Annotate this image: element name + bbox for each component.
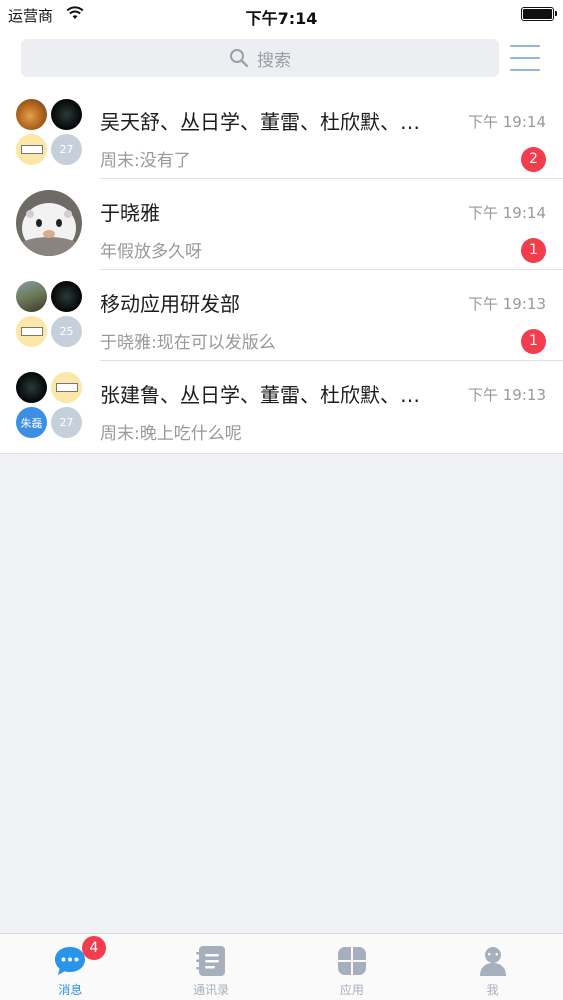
unread-badge: 2 xyxy=(521,147,546,172)
unread-badge: 1 xyxy=(521,329,546,354)
tab-contacts[interactable]: 通讯录 xyxy=(141,934,282,1000)
contacts-book-icon xyxy=(196,946,226,976)
conversation-title: 张建鲁、丛日学、董雷、杜欣默、… xyxy=(100,383,420,407)
member-avatar xyxy=(51,372,82,403)
conversation-title: 移动应用研发部 xyxy=(100,292,240,316)
tab-me[interactable]: 我 xyxy=(422,934,563,1000)
user-avatar xyxy=(16,190,82,256)
conversation-title: 吴天舒、丛日学、董雷、杜欣默、… xyxy=(100,110,420,134)
cartoon-face-icon xyxy=(16,190,82,256)
member-avatar: 25 xyxy=(51,316,82,347)
apps-grid-icon xyxy=(337,947,366,975)
tab-bar: 4 消息 通讯录 应用 我 xyxy=(0,933,563,1000)
search-header: 搜索 xyxy=(0,30,563,88)
group-avatar: 朱磊 27 xyxy=(16,372,82,438)
tab-label: 我 xyxy=(486,983,499,997)
unread-badge: 1 xyxy=(521,238,546,263)
conversation-item[interactable]: 朱磊 27 张建鲁、丛日学、董雷、杜欣默、… 下午 19:13 周末:晚上吃什么… xyxy=(0,361,563,452)
conversation-preview: 于晓雅:现在可以发版么 xyxy=(100,333,276,353)
conversation-item[interactable]: 于晓雅 下午 19:14 年假放多久呀 1 xyxy=(0,179,563,270)
battery-icon xyxy=(521,7,557,21)
profile-icon xyxy=(479,947,506,976)
status-bar: 运营商 下午7:14 xyxy=(0,0,563,30)
search-placeholder: 搜索 xyxy=(257,50,291,71)
conversation-title: 于晓雅 xyxy=(100,201,160,225)
group-avatar: 27 xyxy=(16,99,82,165)
member-avatar xyxy=(16,134,47,165)
tab-apps[interactable]: 应用 xyxy=(282,934,423,1000)
group-avatar: 25 xyxy=(16,281,82,347)
conversation-list: 27 吴天舒、丛日学、董雷、杜欣默、… 下午 19:14 周末:没有了 2 于晓… xyxy=(0,88,563,454)
member-avatar: 27 xyxy=(51,407,82,438)
conversation-time: 下午 19:13 xyxy=(468,386,546,404)
tab-label: 应用 xyxy=(339,983,364,997)
member-avatar: 27 xyxy=(51,134,82,165)
conversation-preview: 年假放多久呀 xyxy=(100,242,202,262)
conversation-preview: 周末:晚上吃什么呢 xyxy=(100,424,242,444)
member-avatar xyxy=(16,99,47,130)
member-avatar xyxy=(51,99,82,130)
status-time: 下午7:14 xyxy=(245,9,318,28)
member-avatar: 朱磊 xyxy=(16,407,47,438)
member-avatar xyxy=(16,281,47,312)
search-icon xyxy=(230,49,249,68)
conversation-time: 下午 19:13 xyxy=(468,295,546,313)
conversation-time: 下午 19:14 xyxy=(468,204,546,222)
member-avatar xyxy=(16,316,47,347)
conversation-item[interactable]: 25 移动应用研发部 下午 19:13 于晓雅:现在可以发版么 1 xyxy=(0,270,563,361)
conversation-item[interactable]: 27 吴天舒、丛日学、董雷、杜欣默、… 下午 19:14 周末:没有了 2 xyxy=(0,88,563,179)
menu-icon[interactable] xyxy=(510,44,540,72)
conversation-preview: 周末:没有了 xyxy=(100,151,191,171)
tab-label: 通讯录 xyxy=(193,983,230,997)
tab-messages[interactable]: 4 消息 xyxy=(0,934,141,1000)
member-avatar xyxy=(51,281,82,312)
tab-label: 消息 xyxy=(58,983,83,997)
search-input[interactable]: 搜索 xyxy=(21,39,499,77)
member-avatar xyxy=(16,372,47,403)
tab-badge: 4 xyxy=(82,936,106,960)
conversation-time: 下午 19:14 xyxy=(468,113,546,131)
